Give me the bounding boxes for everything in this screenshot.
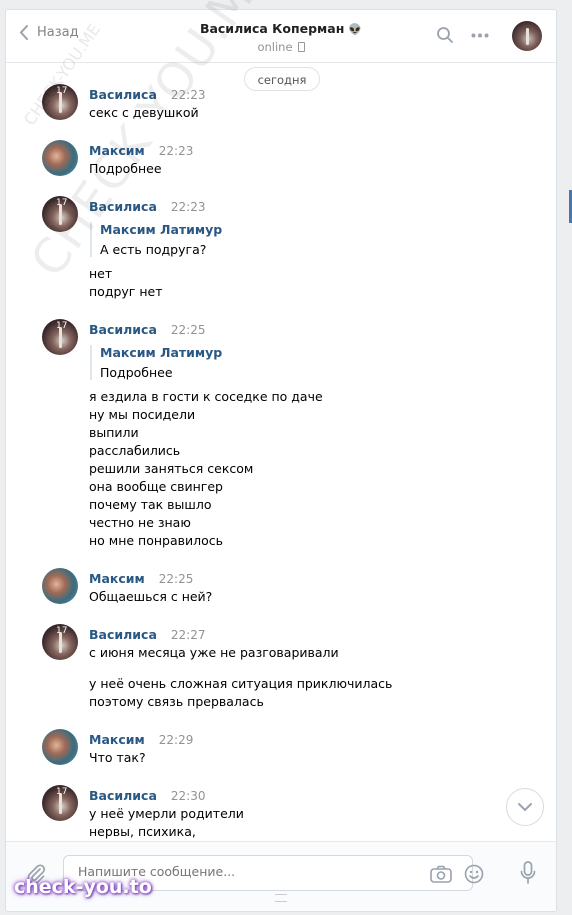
author-name[interactable]: Василиса 22:23 (89, 199, 205, 214)
author-name[interactable]: Василиса 22:27 (89, 627, 205, 642)
message-time: 22:25 (170, 323, 206, 337)
message-text: но мне понравилось (89, 533, 224, 548)
message-time: 22:30 (170, 789, 206, 803)
author-name[interactable]: Василиса 22:23 (89, 87, 205, 102)
reply-quote[interactable]: Максим Латимур Подробнее (90, 345, 222, 380)
chevron-down-icon (518, 803, 532, 812)
message-text: секс с девушкой (89, 105, 199, 120)
author-name[interactable]: Василиса 22:25 (89, 322, 205, 337)
search-icon[interactable] (436, 26, 454, 44)
message-time: 22:27 (170, 628, 206, 642)
message-text: расслабились (89, 443, 181, 458)
status-text: online (257, 40, 293, 54)
message-text: честно не знаю (89, 515, 191, 530)
quote-author: Максим Латимур (100, 345, 223, 360)
reply-quote[interactable]: Максим Латимур А есть подруга? (90, 222, 222, 257)
avatar[interactable] (42, 568, 78, 604)
chat-panel: Назад Василиса Коперман 👽 online сегодня … (5, 9, 557, 912)
avatar[interactable]: 17 (42, 319, 78, 355)
quote-author: Максим Латимур (100, 222, 223, 237)
avatar[interactable]: 17 (42, 785, 78, 821)
message-text: Подробнее (89, 161, 162, 176)
message-time: 22:29 (158, 733, 194, 747)
quote-text: Подробнее (100, 365, 173, 380)
message-text: нет (89, 266, 113, 281)
avatar-badge: 17 (56, 787, 68, 797)
avatar-badge: 17 (56, 626, 68, 636)
message-text: почему так вышло (89, 497, 212, 512)
alien-emoji-icon: 👽 (348, 23, 363, 36)
message-text: ну мы посидели (89, 407, 196, 422)
paperclip-icon[interactable] (26, 863, 46, 885)
message-text: поэтому связь прервалась (89, 694, 264, 709)
contact-name: Василиса Коперман (199, 21, 345, 36)
message-text: подруг нет (89, 284, 163, 299)
message-text: я ездила в гости к соседке по даче (89, 389, 323, 404)
message-text: Общаешься с ней? (89, 589, 213, 604)
resize-grip[interactable] (275, 894, 287, 902)
message-text: нервы, психика, (89, 824, 196, 839)
mobile-icon (297, 42, 305, 52)
message-text: у неё очень сложная ситуация приключилас… (89, 676, 393, 691)
message-input[interactable] (76, 863, 420, 880)
microphone-icon[interactable] (520, 861, 536, 885)
author-name[interactable]: Максим 22:29 (89, 732, 193, 747)
emoji-icon[interactable] (464, 864, 484, 884)
avatar-badge: 17 (56, 198, 68, 208)
quote-text: А есть подруга? (100, 242, 207, 257)
scroll-down-button[interactable] (506, 788, 544, 826)
message-time: 22:23 (158, 144, 194, 158)
message-text: решили заняться сексом (89, 461, 254, 476)
message-text: с июня месяца уже не разговаривали (89, 645, 339, 660)
avatar[interactable] (42, 140, 78, 176)
author-name[interactable]: Максим 22:23 (89, 143, 193, 158)
camera-icon[interactable] (430, 865, 452, 883)
message-time: 22:23 (170, 88, 206, 102)
chat-header: Назад Василиса Коперман 👽 online (6, 10, 556, 63)
avatar-badge: 17 (56, 321, 68, 331)
avatar-badge: 17 (56, 86, 68, 96)
message-text: у неё умерли родители (89, 806, 244, 821)
message-time: 22:23 (170, 200, 206, 214)
avatar[interactable]: 17 (42, 196, 78, 232)
contact-avatar[interactable] (512, 21, 542, 51)
author-name[interactable]: Максим 22:25 (89, 571, 193, 586)
date-divider: сегодня (244, 67, 320, 91)
more-icon[interactable] (471, 33, 489, 38)
avatar[interactable]: 17 (42, 84, 78, 120)
message-text: Что так? (89, 750, 146, 765)
message-time: 22:25 (158, 572, 194, 586)
avatar[interactable]: 17 (42, 624, 78, 660)
message-text: выпили (89, 425, 139, 440)
online-status: online (6, 40, 556, 54)
avatar[interactable] (42, 729, 78, 765)
message-text: она вообще свингер (89, 479, 223, 494)
author-name[interactable]: Василиса 22:30 (89, 788, 205, 803)
message-input-box[interactable] (63, 855, 484, 891)
